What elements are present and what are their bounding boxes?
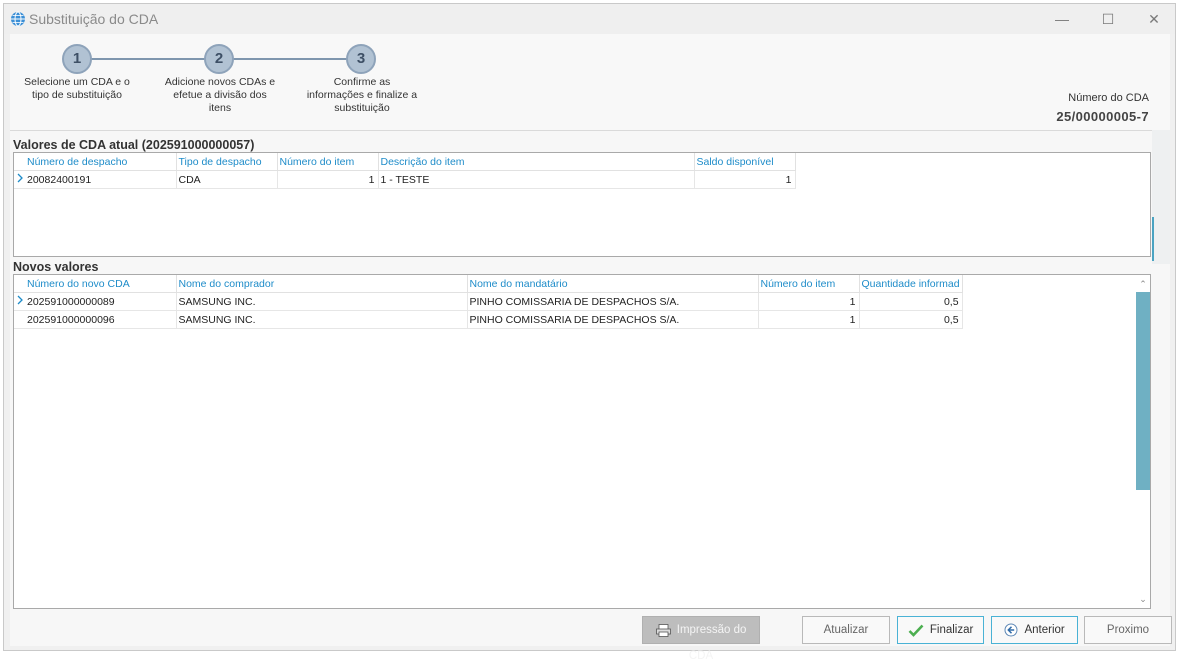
cell-quantidade[interactable]: 0,5 [859,292,963,311]
step-3-circle: 3 [346,44,376,74]
cell-numero-item[interactable]: 1 [277,170,379,189]
finish-label: Finalizar [929,624,974,636]
cell-comprador[interactable]: SAMSUNG INC. [176,292,468,311]
step-2-circle: 2 [204,44,234,74]
side-panel-indicator[interactable] [1152,217,1154,261]
column-header[interactable]: Número do item [758,275,860,293]
new-values-title: Novos valores [13,260,99,274]
step-3-label-line: Confirme as [333,76,391,88]
scroll-thumb[interactable] [1136,292,1150,490]
column-header[interactable]: Número do item [277,153,379,171]
minimize-button[interactable]: — [1047,9,1077,29]
chevron-right-icon [14,292,25,311]
row-indicator [14,310,25,329]
cell-mandatario[interactable]: PINHO COMISSARIA DE DESPACHOS S/A. [467,292,759,311]
table-row[interactable]: 20082400191 CDA 1 1 - TESTE 1 [14,170,796,189]
cell-numero-item[interactable]: 1 [758,292,860,311]
step-connector [90,58,212,60]
step-3-label: Confirme as informações e finalize a sub… [292,76,432,115]
step-1-label-line: Selecione um CDA e o [24,76,130,88]
row-indicator-header [14,275,25,293]
cell-quantidade[interactable]: 0,5 [859,310,963,329]
column-header[interactable]: Saldo disponível [694,153,796,171]
new-values-grid: Número do novo CDA Nome do comprador Nom… [13,274,1151,609]
previous-label: Anterior [1024,624,1065,636]
wizard-steps: 1 2 3 Selecione um CDA e o tipo de subst… [10,34,1170,131]
maximize-button[interactable]: ☐ [1093,9,1123,29]
column-header[interactable]: Número de despacho [25,153,177,171]
next-button[interactable]: Proximo [1084,616,1172,644]
step-3-label-line: informações e finalize a [306,89,418,101]
cell-despacho[interactable]: 20082400191 [25,170,177,189]
column-header[interactable]: Descrição do item [378,153,695,171]
step-2-label: Adicione novos CDAs e efetue a divisão d… [155,76,285,115]
substitution-window: Substituição do CDA — ☐ ✕ 1 2 3 Selecion… [3,3,1176,662]
table-row[interactable]: 202591000000096 SAMSUNG INC. PINHO COMIS… [14,310,963,329]
cell-numero-cda[interactable]: 202591000000089 [25,292,177,311]
checkmark-icon [908,624,924,637]
step-1-circle: 1 [62,44,92,74]
step-1-label-line: tipo de substituição [32,89,122,101]
cda-number-label: Número do CDA [1068,92,1149,104]
cell-tipo[interactable]: CDA [176,170,278,189]
step-2-label-line: efetue a divisão dos [173,89,267,101]
close-button[interactable]: ✕ [1139,9,1169,29]
title-bar[interactable]: Substituição do CDA — ☐ ✕ [4,4,1175,34]
scroll-up-icon[interactable]: ⌃ [1136,278,1150,290]
column-header[interactable]: Número do novo CDA [25,275,177,293]
cda-number-value: 25/00000005-7 [1056,109,1149,124]
column-header[interactable]: Nome do mandatário [467,275,759,293]
step-connector [232,58,352,60]
scroll-down-icon[interactable]: ⌄ [1136,593,1150,605]
chevron-right-icon [14,170,25,189]
cell-comprador[interactable]: SAMSUNG INC. [176,310,468,329]
current-values-table: Número de despacho Tipo de despacho Núme… [14,153,796,189]
step-2-label-line: itens [208,102,232,114]
previous-button[interactable]: Anterior [991,616,1078,644]
cell-saldo[interactable]: 1 [694,170,796,189]
step-1-label: Selecione um CDA e o tipo de substituiçã… [12,76,142,102]
column-header[interactable]: Nome do comprador [176,275,468,293]
window-content: 1 2 3 Selecione um CDA e o tipo de subst… [10,34,1172,662]
cell-numero-item[interactable]: 1 [758,310,860,329]
table-header-row: Número de despacho Tipo de despacho Núme… [14,153,796,171]
cell-descricao[interactable]: 1 - TESTE [378,170,695,189]
current-values-title: Valores de CDA atual (202591000000057) [13,138,255,152]
cell-numero-cda[interactable]: 202591000000096 [25,310,177,329]
row-indicator-header [14,153,25,171]
finish-button[interactable]: Finalizar [897,616,984,644]
refresh-button[interactable]: Atualizar [802,616,890,644]
print-cda-label: Impressão do CDA [676,624,747,663]
cell-mandatario[interactable]: PINHO COMISSARIA DE DESPACHOS S/A. [467,310,759,329]
table-header-row: Número do novo CDA Nome do comprador Nom… [14,275,963,293]
column-header[interactable]: Tipo de despacho [176,153,278,171]
back-arrow-icon [1004,623,1018,637]
printer-icon [655,623,671,637]
new-values-table: Número do novo CDA Nome do comprador Nom… [14,275,963,329]
vertical-scrollbar[interactable]: ⌃ ⌄ [1134,275,1150,608]
table-row[interactable]: 202591000000089 SAMSUNG INC. PINHO COMIS… [14,292,963,311]
print-cda-button[interactable]: Impressão do CDA [642,616,760,662]
window-title: Substituição do CDA [29,11,159,27]
step-2-label-line: Adicione novos CDAs e [164,76,276,88]
side-panel-strip [1152,130,1170,264]
globe-icon [11,11,25,27]
step-3-label-line: substituição [334,102,390,114]
current-values-grid: Número de despacho Tipo de despacho Núme… [13,152,1151,257]
column-header[interactable]: Quantidade informad [859,275,963,293]
